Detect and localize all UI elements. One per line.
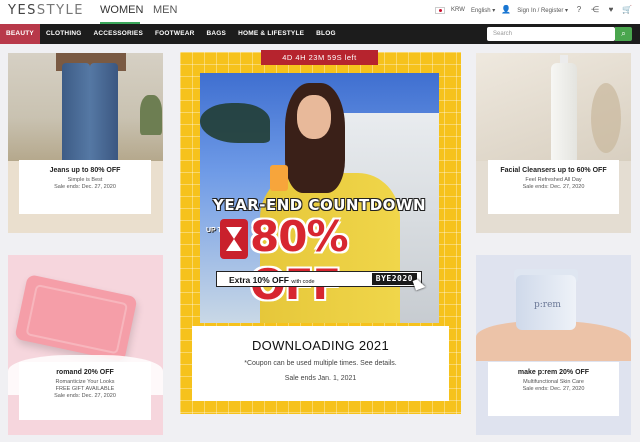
prem-title: make p:rem 20% OFF bbox=[517, 369, 590, 376]
discount-percent: 80% OFF bbox=[250, 212, 349, 309]
account-controls: KRW English ▾ 👤 Sign In / Register ▾ ? ⋲… bbox=[435, 5, 632, 15]
romand-card-label: romand 20% OFF Romanticize Your Looks FR… bbox=[19, 362, 151, 420]
prem-card-label: make p:rem 20% OFF Multifunctional Skin … bbox=[488, 362, 619, 416]
share-icon[interactable]: ⋲ bbox=[590, 5, 600, 15]
search-icon: ⌕ bbox=[621, 29, 626, 38]
facial-subtitle: Feel Refreshed All Day bbox=[525, 177, 582, 183]
nav-item-home-lifestyle[interactable]: HOME & LIFESTYLE bbox=[232, 24, 310, 44]
tab-women-label: WOMEN bbox=[100, 4, 144, 16]
jeans-sale-end: Sale ends: Dec. 27, 2020 bbox=[54, 184, 116, 190]
romand-palette bbox=[14, 274, 138, 362]
korea-flag-icon[interactable] bbox=[435, 6, 446, 14]
leaf-decoration bbox=[591, 83, 621, 153]
nav-item-blog[interactable]: BLOG bbox=[310, 24, 342, 44]
cart-icon[interactable]: 🛒 bbox=[622, 5, 632, 15]
nav-item-clothing[interactable]: CLOTHING bbox=[40, 24, 88, 44]
nav-item-bags[interactable]: BAGS bbox=[201, 24, 233, 44]
jeans-right-leg bbox=[90, 63, 118, 161]
tab-men[interactable]: MEN bbox=[153, 4, 177, 16]
facial-title: Facial Cleansers up to 60% OFF bbox=[500, 167, 607, 174]
romand-sale-end: Sale ends: Dec. 27, 2020 bbox=[54, 393, 116, 399]
prem-sale-end: Sale ends: Dec. 27, 2020 bbox=[522, 386, 585, 392]
palm-tree bbox=[200, 103, 270, 143]
jeans-promo-card[interactable]: Jeans up to 80% OFF Simple is Best Sale … bbox=[8, 53, 163, 233]
romand-promo-card[interactable]: romand 20% OFF Romanticize Your Looks FR… bbox=[8, 255, 163, 435]
search-button[interactable]: ⌕ bbox=[615, 27, 632, 41]
jeans-card-label: Jeans up to 80% OFF Simple is Best Sale … bbox=[19, 160, 151, 214]
discount-graphic: UP TO 80% OFF bbox=[206, 213, 439, 309]
caption-coupon-note[interactable]: *Coupon can be used multiple times. See … bbox=[192, 359, 449, 368]
plant-decoration bbox=[140, 95, 162, 135]
coupon-code[interactable]: BYE2020 bbox=[371, 273, 417, 285]
jar-brand-text: p:rem bbox=[534, 300, 561, 310]
top-bar: YESSTYLE WOMEN MEN KRW English ▾ 👤 Sign … bbox=[0, 0, 640, 24]
caption-title: DOWNLOADING 2021 bbox=[251, 338, 389, 353]
hourglass-icon bbox=[220, 219, 248, 259]
countdown-timer: 4D 4H 23M 59S left bbox=[261, 50, 378, 65]
tab-women[interactable]: WOMEN bbox=[100, 4, 144, 24]
logo-style: STYLE bbox=[36, 3, 85, 18]
user-icon: 👤 bbox=[501, 5, 512, 14]
facial-sale-end: Sale ends: Dec. 27, 2020 bbox=[522, 184, 585, 190]
logo-yes: YES bbox=[8, 3, 37, 18]
extra-offer: Extra 10% OFF bbox=[229, 275, 289, 285]
currency-selector[interactable]: KRW bbox=[451, 7, 465, 13]
promo-caption: DOWNLOADING 2021 *Coupon can be used mul… bbox=[192, 326, 449, 401]
cleanser-bottle bbox=[551, 63, 577, 161]
model-photo: YEAR-END COUNTDOWN UP TO 80% OFF Extra 1… bbox=[200, 73, 439, 323]
jeans-left-leg bbox=[62, 63, 90, 161]
with-code-label: with code bbox=[291, 279, 315, 285]
wishlist-heart-icon[interactable]: ♥ bbox=[606, 5, 616, 15]
caption-sale-end: Sale ends Jan. 1, 2021 bbox=[284, 375, 357, 382]
year-end-countdown-banner[interactable]: 4D 4H 23M 59S left YEAR-END COUNTDOWN UP… bbox=[180, 50, 461, 414]
jeans-title: Jeans up to 80% OFF bbox=[49, 167, 121, 174]
search-input[interactable]: Search bbox=[487, 27, 615, 41]
nav-item-beauty[interactable]: BEAUTY bbox=[0, 24, 40, 44]
nav-item-footwear[interactable]: FOOTWEAR bbox=[149, 24, 201, 44]
facial-card-label: Facial Cleansers up to 60% OFF Feel Refr… bbox=[488, 160, 619, 214]
nav-item-accessories[interactable]: ACCESSORIES bbox=[87, 24, 149, 44]
coupon-code-bar[interactable]: Extra 10% OFF with code BYE2020 bbox=[216, 271, 422, 287]
jeans-subtitle: Simple is Best bbox=[67, 177, 103, 183]
sign-in-link[interactable]: Sign In / Register ▾ bbox=[517, 7, 568, 14]
romand-gift: FREE GIFT AVAILABLE bbox=[55, 386, 115, 392]
help-icon[interactable]: ? bbox=[574, 5, 584, 15]
drink-cup bbox=[270, 165, 288, 191]
prem-subtitle: Multifunctional Skin Care bbox=[523, 379, 584, 385]
language-selector[interactable]: English ▾ bbox=[471, 7, 495, 14]
model-face bbox=[297, 95, 331, 139]
extra-offer-text: Extra 10% OFF with code bbox=[229, 272, 315, 290]
romand-title: romand 20% OFF bbox=[56, 369, 114, 376]
facial-cleansers-promo-card[interactable]: Facial Cleansers up to 60% OFF Feel Refr… bbox=[476, 53, 631, 233]
romand-subtitle: Romanticize Your Looks bbox=[55, 379, 115, 385]
tab-men-label: MEN bbox=[153, 4, 178, 16]
yesstyle-logo[interactable]: YESSTYLE bbox=[8, 3, 84, 18]
prem-promo-card[interactable]: p:rem make p:rem 20% OFF Multifunctional… bbox=[476, 255, 631, 435]
